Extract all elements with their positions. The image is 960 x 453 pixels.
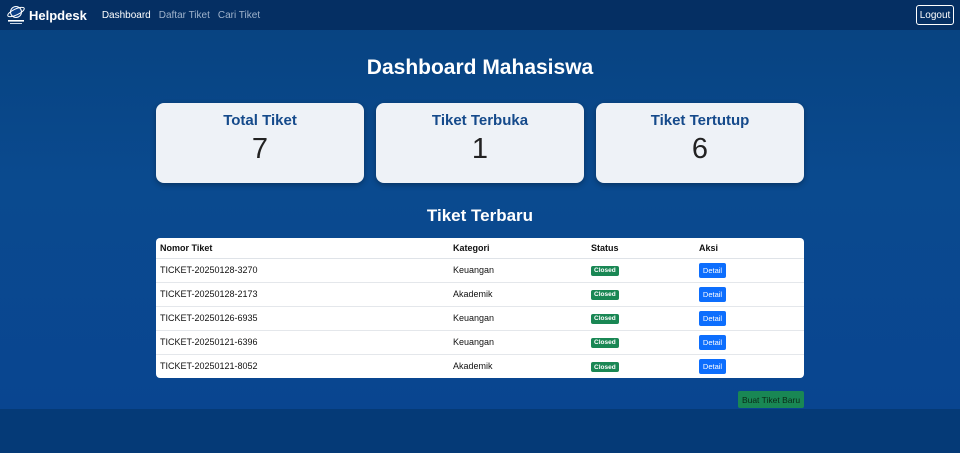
stat-card-open: Tiket Terbuka 1: [376, 103, 584, 183]
status-cell: Closed: [587, 306, 695, 331]
stat-card-title: Tiket Terbuka: [431, 112, 529, 129]
ticket-number: TICKET-20250121-6396: [156, 330, 449, 355]
stat-card-value: 7: [251, 133, 269, 165]
table-row: TICKET-20250126-6935 Keuangan Closed Det…: [156, 306, 804, 331]
ticket-category: Keuangan: [449, 258, 587, 283]
action-cell: Detail: [695, 354, 804, 378]
brand-name: Helpdesk: [29, 7, 87, 23]
recent-tickets-title: Tiket Terbaru: [426, 206, 534, 225]
status-badge: Closed: [591, 362, 619, 372]
page-footer-band: [0, 409, 960, 453]
action-cell: Detail: [695, 306, 804, 331]
stat-cards: Total Tiket 7 Tiket Terbuka 1 Tiket Tert…: [156, 103, 804, 183]
ticket-number: TICKET-20250121-8052: [160, 361, 258, 372]
status-badge: Closed: [591, 289, 619, 300]
stat-card-value: 6: [691, 133, 709, 165]
nav-link-dashboard[interactable]: Dashboard: [102, 10, 151, 21]
globe-orbit-logo: [7, 6, 25, 24]
ticket-number: TICKET-20250128-3270: [156, 258, 449, 283]
status-cell: Closed: [587, 258, 695, 283]
status-cell: Closed: [587, 330, 695, 355]
table-row: TICKET-20250128-2173 Akademik Closed Det…: [156, 282, 804, 307]
ticket-category: Akademik: [453, 361, 493, 372]
ticket-category: Akademik: [449, 282, 587, 307]
page-title: Dashboard Mahasiswa: [366, 56, 594, 79]
action-cell: Detail: [695, 330, 804, 355]
status-badge: Closed: [591, 313, 619, 324]
stat-card-total: Total Tiket 7: [156, 103, 364, 183]
ticket-number: TICKET-20250126-6935: [156, 306, 449, 331]
detail-button[interactable]: Detail: [699, 286, 726, 302]
logout-button[interactable]: Logout: [916, 5, 954, 25]
detail-button[interactable]: Detail: [699, 334, 726, 350]
detail-button[interactable]: Detail: [699, 262, 726, 278]
action-cell: Detail: [695, 282, 804, 307]
status-badge: Closed: [591, 265, 619, 276]
nav-links: Dashboard Daftar Tiket Cari Tiket: [102, 10, 268, 21]
new-ticket-button[interactable]: Buat Tiket Baru: [738, 391, 804, 408]
column-header-status: Status: [587, 238, 695, 259]
stat-card-closed: Tiket Tertutup 6: [596, 103, 804, 183]
column-header-action: Aksi: [695, 238, 804, 259]
detail-button[interactable]: Detail: [699, 358, 726, 374]
ticket-number: TICKET-20250128-2173: [156, 282, 449, 307]
stat-card-title: Total Tiket: [223, 112, 297, 129]
table-row: TICKET-20250128-3270 Keuangan Closed Det…: [156, 258, 804, 283]
nav-link-daftar-tiket[interactable]: Daftar Tiket: [159, 10, 210, 21]
column-header-category: Kategori: [449, 238, 587, 259]
status-cell: Closed: [587, 354, 695, 378]
navbar: Helpdesk Dashboard Daftar Tiket Cari Tik…: [0, 0, 960, 30]
stat-card-value: 1: [471, 133, 489, 165]
table-header-row: Nomor Tiket Kategori Status Aksi: [156, 238, 804, 259]
detail-button[interactable]: Detail: [699, 310, 726, 326]
status-badge: Closed: [591, 337, 619, 348]
table-row: TICKET-20250121-6396 Keuangan Closed Det…: [156, 330, 804, 355]
nav-link-cari-tiket[interactable]: Cari Tiket: [218, 10, 260, 21]
navbar-brand[interactable]: Helpdesk: [6, 4, 87, 26]
table-row: TICKET-20250121-8052 Akademik Closed Det…: [156, 354, 804, 378]
column-header-ticket-number: Nomor Tiket: [156, 238, 449, 259]
stat-card-title: Tiket Tertutup: [650, 112, 750, 129]
status-cell: Closed: [587, 282, 695, 307]
recent-tickets-table: Nomor Tiket Kategori Status Aksi TICKET-…: [156, 238, 804, 378]
ticket-category: Keuangan: [449, 306, 587, 331]
action-cell: Detail: [695, 258, 804, 283]
ticket-category: Keuangan: [449, 330, 587, 355]
